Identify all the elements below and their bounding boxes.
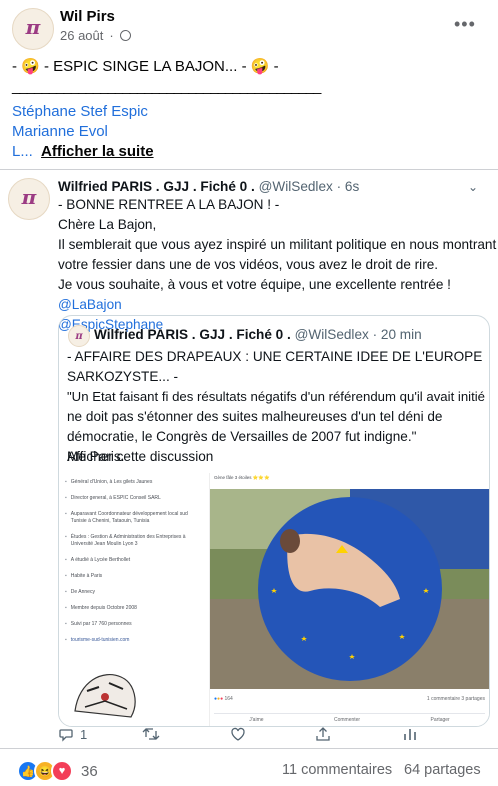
more-horizontal-icon[interactable]: •••: [454, 14, 476, 35]
tweet-line-2: Chère La Bajon,: [58, 217, 157, 232]
analytics-button[interactable]: [402, 726, 418, 742]
show-thread-link[interactable]: Afficher cette discussion: [67, 447, 213, 467]
quoted-line-5: démocratie, le Congrès de Versailles de …: [67, 429, 417, 444]
post-date[interactable]: 26 août: [60, 28, 103, 43]
home-icon: ▪: [65, 573, 67, 579]
quoted-header: Wilfried PARIS . GJJ . Fiché 0 . @WilSed…: [94, 325, 422, 345]
tweet-line-3: Il semblerait que vous ayez inspiré un m…: [58, 237, 497, 252]
love-reaction-icon: ♥: [51, 760, 73, 782]
graduation-icon: ▪: [65, 534, 67, 540]
shares-count[interactable]: 64 partages: [404, 762, 481, 778]
profile-item: ▪ Études : Gestion & Administration des E…: [65, 534, 186, 547]
profile-item: ▪ Habite à Paris: [65, 573, 103, 579]
photo-post-comment: Commenter: [333, 717, 361, 723]
share-button[interactable]: [315, 726, 331, 742]
briefcase-icon: ▪: [65, 479, 67, 485]
mention-labajon[interactable]: @LaBajon: [58, 295, 490, 315]
embedded-photo-post: Gène fâle 3 étoiles ⭐⭐⭐ ●●● 164 1 commen…: [210, 473, 489, 726]
graduation-icon: ▪: [65, 557, 67, 563]
clock-icon: ▪: [65, 605, 67, 611]
quoted-line-2: SARKOZYSTE... -: [67, 369, 179, 384]
avatar-monogram: π: [25, 15, 41, 39]
share-icon: [316, 727, 330, 741]
globe-icon: [119, 30, 131, 41]
see-more-link[interactable]: Afficher la suite: [41, 143, 154, 160]
dot-separator: ·: [109, 28, 114, 43]
reaction-count: 36: [81, 762, 98, 780]
quoted-tweet-card[interactable]: π Wilfried PARIS . GJJ . Fiché 0 . @WilS…: [58, 315, 490, 727]
quoted-line-4: ne doit pas s'étonner des suites malheur…: [67, 409, 443, 424]
author-avatar[interactable]: π: [12, 8, 54, 50]
profile-item: ▪ A étudié à Lycée Berthollet: [65, 557, 131, 563]
reply-count: 1: [80, 726, 88, 742]
media-bottom-border: [0, 748, 498, 749]
post-line-1: - 🤪 - ESPIC SINGE LA BAJON... - 🤪 -: [12, 58, 279, 75]
location-icon: ▪: [65, 589, 67, 595]
post-separator: ________________________________________…: [12, 78, 321, 95]
retweet-button[interactable]: [142, 726, 160, 742]
post-meta: 26 août ·: [60, 28, 131, 43]
profile-item: ▪ Suivi par 17 760 personnes: [65, 621, 132, 627]
photo-post-comments-shares: 1 commentaire 3 partages: [426, 696, 485, 702]
profile-item: ▪ Auparavant Coordonnateur développement …: [65, 511, 188, 524]
link-icon: ▪: [65, 637, 67, 643]
reply-button[interactable]: 1: [58, 726, 87, 742]
chevron-down-icon[interactable]: ⌄: [468, 180, 478, 194]
tag-stephane[interactable]: Stéphane Stef Espic: [12, 101, 148, 122]
profile-intro-list: ▪ Général d'Union, à Les gilets Jaunes ▪ D…: [65, 479, 205, 653]
tweet-time[interactable]: · 6s: [337, 179, 360, 194]
tweet-author[interactable]: Wilfried PARIS . GJJ . Fiché 0 .: [58, 179, 255, 194]
photo-post-stats: ●●● 164 1 commentaire 3 partages: [214, 696, 485, 702]
heart-icon: [231, 727, 245, 741]
reaction-summary[interactable]: 👍 😆 ♥ 36: [17, 760, 98, 782]
comments-count[interactable]: 11 commentaires: [282, 762, 392, 778]
tweet-author-avatar[interactable]: π: [8, 178, 50, 220]
profile-item: ▪ De Annecy: [65, 589, 95, 595]
profile-item: ▪ Director general, à ESPIC Conseil SARL: [65, 495, 161, 501]
photo-post-caption: Gène fâle 3 étoiles ⭐⭐⭐: [214, 475, 270, 480]
quoted-time: · 20 min: [372, 327, 422, 342]
tweet-line-5: Je vous souhaite, à vous et votre équipe…: [58, 277, 451, 292]
followers-icon: ▪: [65, 621, 67, 627]
tweet-header: Wilfried PARIS . GJJ . Fiché 0 . @WilSed…: [58, 177, 359, 197]
photo-post-share: Partager: [430, 717, 450, 723]
quoted-author-avatar: π: [68, 325, 90, 347]
photo-post-like: J'aime: [249, 717, 264, 723]
tag-truncated[interactable]: L...: [12, 143, 33, 160]
author-name[interactable]: Wil Pirs: [60, 8, 115, 25]
analytics-icon: [404, 729, 416, 740]
retweet-icon: [142, 728, 160, 740]
photo-post-header: Gène fâle 3 étoiles ⭐⭐⭐: [214, 475, 485, 485]
photo-post-actions: J'aime Commenter Partager: [214, 713, 485, 723]
tweet-line-4: votre fessier dans une de vos vidéos, vo…: [58, 257, 439, 272]
quoted-handle: @WilSedlex: [294, 327, 369, 342]
quoted-line-3: "Un Etat faisant fi des résultats négati…: [67, 389, 486, 404]
profile-item: ▪ tourisme-sud-tunisien.com: [65, 637, 130, 643]
tweet-body: - BONNE RENTREE A LA BAJON ! - Chère La …: [58, 195, 497, 335]
post-truncated: L... Afficher la suite: [12, 141, 154, 162]
briefcase-icon: ▪: [65, 495, 67, 501]
quoted-line-1: - AFFAIRE DES DRAPEAUX : UNE CERTAINE ID…: [67, 349, 483, 364]
media-top-border: [0, 169, 498, 170]
tag-marianne[interactable]: Marianne Evol: [12, 121, 108, 142]
profile-item: ▪ Membre depuis Octobre 2008: [65, 605, 137, 611]
tweet-line-1: - BONNE RENTREE A LA BAJON ! -: [58, 197, 280, 212]
eu-flag-photo: [210, 489, 489, 689]
briefcase-icon: ▪: [65, 511, 67, 517]
quoted-author: Wilfried PARIS . GJJ . Fiché 0 .: [94, 327, 291, 342]
reply-icon: [59, 729, 73, 742]
embedded-profile-image: ▪ Général d'Union, à Les gilets Jaunes ▪ D…: [59, 473, 210, 726]
cartoon-illustration: [74, 674, 136, 718]
tweet-avatar-monogram: π: [21, 185, 37, 209]
profile-item: ▪ Général d'Union, à Les gilets Jaunes: [65, 479, 153, 485]
tweet-handle[interactable]: @WilSedlex: [259, 179, 333, 194]
like-button[interactable]: [230, 726, 246, 742]
photo-post-reactions: ●●● 164: [214, 696, 233, 702]
